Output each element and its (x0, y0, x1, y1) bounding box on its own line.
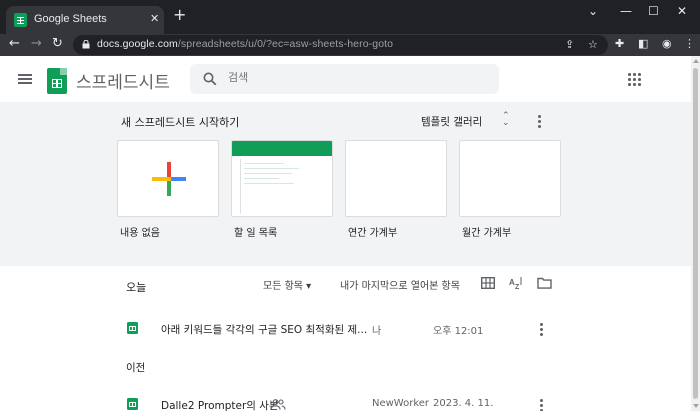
chevron-down-icon[interactable]: ⌄ (588, 4, 598, 18)
forward-button[interactable]: → (31, 36, 42, 52)
sort-az-icon[interactable]: A Z (509, 276, 524, 290)
browser-tab[interactable]: Google Sheets ✕ (6, 6, 164, 34)
scroll-up-arrow-icon[interactable] (693, 59, 699, 63)
file-row[interactable]: Dalle2 Prompter의 사본 NewWorker 2023. 4. 1… (0, 390, 700, 411)
profile-avatar-icon[interactable]: ◉ (662, 37, 672, 50)
todo-thumbnail-line (244, 163, 284, 164)
todo-thumbnail-header (232, 141, 332, 156)
address-bar[interactable]: docs.google.com/spreadsheets/u/0/?ec=asw… (73, 35, 608, 55)
file-list-header: 오늘 모든 항목 ▾ 내가 마지막으로 열어본 항목 A Z (0, 266, 700, 306)
gallery-more-icon[interactable] (538, 115, 541, 128)
todo-thumbnail-line (244, 178, 279, 179)
section-title-earlier: 이전 (126, 362, 146, 374)
file-name[interactable]: 아래 키워드들 각각의 구글 SEO 최적화된 제... (161, 322, 367, 337)
tab-close-icon[interactable]: ✕ (150, 12, 159, 25)
file-more-icon[interactable] (540, 399, 543, 411)
template-label[interactable]: 내용 없음 (120, 224, 160, 239)
template-label[interactable]: 할 일 목록 (234, 224, 277, 239)
template-card-blank[interactable] (117, 140, 219, 217)
page-scrollbar[interactable] (691, 56, 700, 411)
expand-collapse-icon[interactable]: ⌃ ⌄ (502, 112, 510, 128)
section-title-today: 오늘 (126, 281, 147, 294)
browser-tabstrip: Google Sheets ✕ + ⌄ — ☐ ✕ (0, 0, 700, 34)
todo-thumbnail-line (244, 173, 292, 174)
bookmark-star-icon[interactable]: ☆ (588, 38, 598, 51)
new-tab-button[interactable]: + (173, 7, 186, 23)
todo-thumbnail-line (244, 168, 299, 169)
maximize-button[interactable]: ☐ (648, 4, 659, 18)
template-label[interactable]: 연간 가계부 (348, 224, 397, 239)
template-gallery-button[interactable]: 템플릿 갤러리 (421, 114, 482, 129)
file-more-icon[interactable] (540, 323, 543, 336)
plus-icon (152, 162, 186, 196)
shared-people-icon (270, 399, 286, 410)
scroll-thumb[interactable] (693, 68, 698, 399)
url-text: docs.google.com/spreadsheets/u/0/?ec=asw… (97, 38, 394, 50)
template-card-todo[interactable] (231, 140, 333, 217)
file-owner: 나 (372, 326, 382, 337)
lock-icon (82, 40, 90, 49)
todo-thumbnail-line (244, 183, 294, 184)
sheets-favicon-icon (14, 13, 27, 27)
template-label[interactable]: 월간 가계부 (462, 224, 511, 239)
search-input[interactable] (228, 71, 478, 84)
svg-text:Z: Z (515, 284, 520, 290)
todo-thumbnail-divider (240, 159, 241, 214)
file-row[interactable]: 아래 키워드들 각각의 구글 SEO 최적화된 제... 나 오후 12:01 (0, 314, 700, 344)
extensions-puzzle-icon[interactable]: ✚ (615, 37, 624, 50)
browser-toolbar: ← → ↻ docs.google.com/spreadsheets/u/0/?… (0, 34, 700, 56)
search-bar[interactable] (190, 64, 499, 94)
sheets-logo-icon[interactable] (47, 68, 67, 94)
minimize-button[interactable]: — (620, 4, 632, 18)
scroll-down-arrow-icon[interactable] (693, 404, 699, 408)
share-icon[interactable]: ⇪ (565, 38, 574, 51)
side-panel-icon[interactable]: ◧ (638, 37, 648, 50)
search-icon[interactable] (203, 72, 217, 86)
file-date: 오후 12:01 (433, 326, 484, 337)
owner-filter-dropdown[interactable]: 모든 항목 ▾ (263, 277, 311, 292)
back-button[interactable]: ← (9, 36, 20, 52)
close-window-button[interactable]: ✕ (677, 4, 687, 18)
sort-dropdown[interactable]: 내가 마지막으로 열어본 항목 (340, 277, 460, 292)
reload-button[interactable]: ↻ (52, 36, 63, 52)
file-owner: NewWorker (372, 398, 430, 409)
sheets-file-icon (127, 398, 138, 410)
sheets-file-icon (127, 322, 138, 334)
folder-picker-icon[interactable] (537, 277, 552, 289)
file-name[interactable]: Dalle2 Prompter의 사본 (161, 398, 279, 411)
chrome-menu-icon[interactable]: ⋮ (684, 37, 695, 50)
template-card-annual-budget[interactable] (345, 140, 447, 217)
grid-view-icon[interactable] (481, 277, 495, 289)
google-apps-icon[interactable] (628, 73, 641, 86)
template-card-monthly-budget[interactable] (459, 140, 561, 217)
app-title[interactable]: 스프레드시트 (76, 68, 170, 93)
file-date: 2023. 4. 11. (433, 398, 494, 409)
app-header: 스프레드시트 (0, 56, 700, 102)
gallery-title: 새 스프레드시트 시작하기 (121, 116, 240, 129)
main-menu-icon[interactable] (18, 74, 32, 84)
tab-title: Google Sheets (34, 13, 107, 25)
template-gallery: 새 스프레드시트 시작하기 템플릿 갤러리 ⌃ ⌄ 내용 없음 할 일 목록 연간… (0, 102, 700, 266)
